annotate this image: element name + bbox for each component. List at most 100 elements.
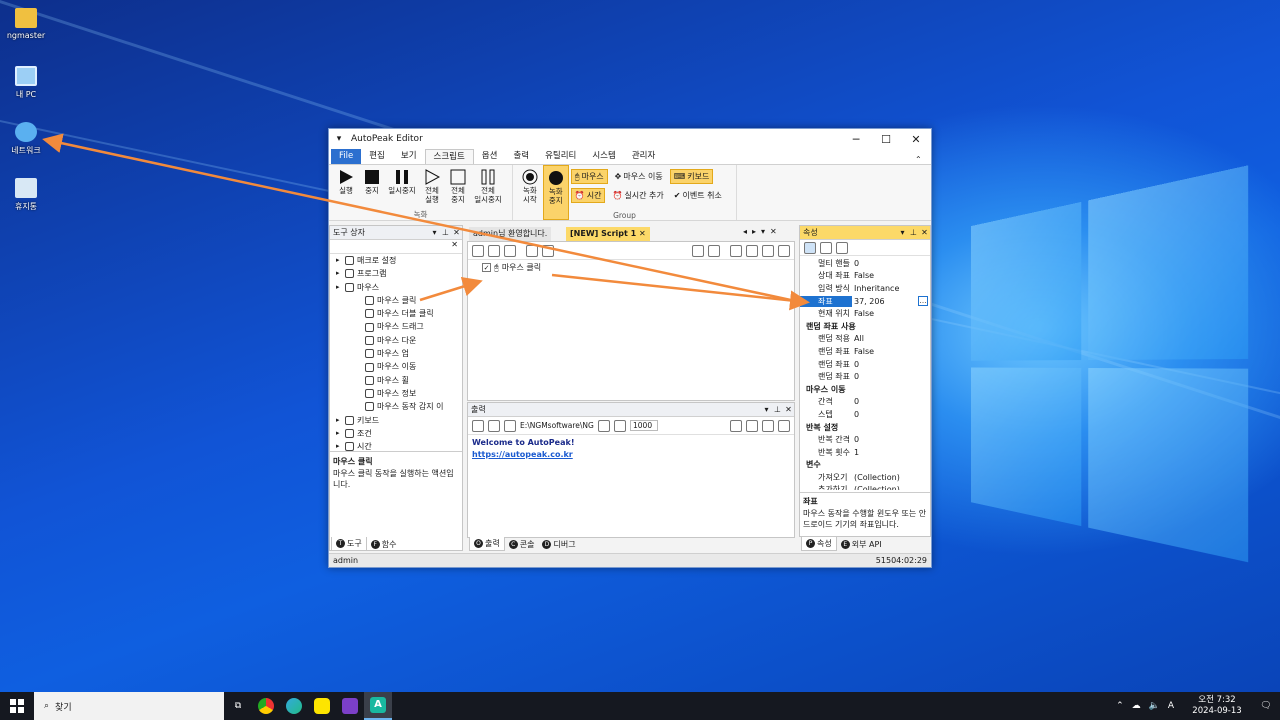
checkbox[interactable]: ✓ xyxy=(482,263,491,272)
property-value[interactable]: False xyxy=(852,271,930,280)
property-value[interactable]: (Collection) xyxy=(852,485,930,490)
property-row[interactable]: 가져오기 (Collection) xyxy=(800,471,930,484)
tree-item[interactable]: 마우스 드래그 xyxy=(336,320,462,333)
property-value[interactable]: False xyxy=(852,347,930,356)
property-value[interactable]: 37, 206 xyxy=(852,297,918,306)
dropdown-icon[interactable]: ▾ xyxy=(429,228,440,237)
dropdown-icon[interactable]: ▾ xyxy=(761,227,765,236)
property-row[interactable]: 상대 좌표 False xyxy=(800,270,930,283)
chrome-button[interactable] xyxy=(252,692,280,720)
network-icon[interactable]: ☁ xyxy=(1132,701,1141,711)
kakaotalk-button[interactable] xyxy=(308,692,336,720)
pin-icon[interactable]: ⊥ xyxy=(772,405,783,414)
pause-icon[interactable] xyxy=(504,244,516,257)
close-icon[interactable]: ✕ xyxy=(451,228,462,237)
disabled-b-icon[interactable] xyxy=(708,244,720,257)
close-icon[interactable]: ✕ xyxy=(919,228,930,237)
tree-item[interactable]: ▸ 조건 xyxy=(336,427,462,440)
tree-item[interactable]: 마우스 클릭 xyxy=(336,293,462,308)
maximize-button[interactable]: ☐ xyxy=(871,133,901,146)
collapse-icon[interactable] xyxy=(762,244,774,257)
step-icon[interactable] xyxy=(526,244,538,257)
close-button[interactable]: ✕ xyxy=(901,133,931,146)
tree-item[interactable]: ▸ 마우스 xyxy=(336,281,462,294)
tab-properties[interactable]: P 속성 xyxy=(801,537,837,551)
property-category[interactable]: 마우스 이동 xyxy=(800,383,930,396)
tab-console[interactable]: C 콘솔 xyxy=(505,537,539,551)
desktop-icon-pc[interactable]: 내 PC xyxy=(0,66,56,100)
toolbox-search-input[interactable]: ✕ xyxy=(330,240,462,254)
collapse-ribbon-icon[interactable]: ⌃ xyxy=(915,155,931,164)
tab-output[interactable]: 출력 xyxy=(505,149,537,164)
property-row[interactable]: 랜덤 좌표 0 xyxy=(800,358,930,371)
tab-tools[interactable]: T 도구 xyxy=(331,537,367,551)
expand-icon[interactable] xyxy=(746,244,758,257)
property-value[interactable]: False xyxy=(852,309,930,318)
expand-arrow-icon[interactable]: ▸ xyxy=(336,254,345,267)
tab-output-view[interactable]: O 출력 xyxy=(469,537,505,551)
tree-item[interactable]: 마우스 휠 xyxy=(336,374,462,387)
eraser-icon[interactable] xyxy=(614,419,626,432)
property-row[interactable]: 좌표 37, 206… xyxy=(800,295,930,308)
tab-edit[interactable]: 편집 xyxy=(361,149,393,164)
visual-studio-button[interactable] xyxy=(336,692,364,720)
tree-item[interactable]: 마우스 업 xyxy=(336,347,462,360)
property-row[interactable]: 랜덤 적용 All xyxy=(800,333,930,346)
categorized-icon[interactable] xyxy=(804,241,816,254)
property-pages-icon[interactable] xyxy=(836,241,848,254)
doc-tab-welcome[interactable]: admin님 환영합니다. xyxy=(469,227,552,241)
task-view-button[interactable]: ⧉ xyxy=(224,692,252,720)
pin-icon[interactable]: ⊥ xyxy=(440,228,451,237)
fill-icon[interactable] xyxy=(762,419,774,432)
tab-utility[interactable]: 유틸리티 xyxy=(537,149,584,164)
taskbar-search[interactable]: ⌕ 찾기 xyxy=(34,692,224,720)
expand-arrow-icon[interactable]: ▸ xyxy=(336,427,345,440)
pen-icon[interactable] xyxy=(746,419,758,432)
tab-debug[interactable]: D 디버그 xyxy=(538,537,579,551)
dropdown-icon[interactable]: ▾ xyxy=(897,228,908,237)
record-keyboard-toggle[interactable]: ⌨ 키보드 xyxy=(669,169,714,184)
minimize-button[interactable]: ─ xyxy=(841,133,871,146)
script-item[interactable]: ✓ 🖰 마우스 클릭 xyxy=(468,260,794,275)
expand-arrow-icon[interactable]: ▸ xyxy=(336,267,345,280)
folder-icon[interactable] xyxy=(504,419,516,432)
record-mouse-toggle[interactable]: 🖰 마우스 xyxy=(570,169,608,184)
property-value[interactable]: 0 xyxy=(852,397,930,406)
delete-icon[interactable] xyxy=(778,244,790,257)
record-time-toggle[interactable]: ⏰ 시간 xyxy=(570,188,606,203)
property-category[interactable]: 변수 xyxy=(800,459,930,472)
new-file-icon[interactable] xyxy=(472,419,484,432)
property-row[interactable]: 추가하기 (Collection) xyxy=(800,484,930,490)
next-icon[interactable]: ▸ xyxy=(752,227,756,236)
property-row[interactable]: 스텝 0 xyxy=(800,408,930,421)
doc-tab-script[interactable]: [NEW] Script 1 ✕ xyxy=(566,227,650,241)
ellipsis-button[interactable]: … xyxy=(918,296,928,307)
tree-item[interactable]: 마우스 이동 xyxy=(336,360,462,373)
property-row[interactable]: 입력 방식 Inheritance xyxy=(800,282,930,295)
prev-icon[interactable]: ◂ xyxy=(743,227,747,236)
taskbar-clock[interactable]: 오전 7:32 2024-09-13 xyxy=(1182,695,1252,717)
expand-arrow-icon[interactable]: ▸ xyxy=(336,414,345,427)
tree-item[interactable]: ▸ 키보드 xyxy=(336,414,462,427)
tree-item[interactable]: ▸ 프로그램 xyxy=(336,267,462,280)
line-count-input[interactable]: 1000 xyxy=(630,420,658,431)
tab-options[interactable]: 옵션 xyxy=(474,149,506,164)
tab-script[interactable]: 스크립트 xyxy=(424,149,474,164)
desktop-icon-network[interactable]: 네트워크 xyxy=(0,122,56,156)
tab-file[interactable]: File xyxy=(331,149,362,164)
property-row[interactable]: 멀티 핸들 0 xyxy=(800,257,930,270)
output-link[interactable]: https://autopeak.co.kr xyxy=(472,449,790,461)
quick-access-icon[interactable]: ▾ xyxy=(329,134,349,144)
autopeak-button[interactable]: A xyxy=(364,692,392,720)
desktop-icon-recycle[interactable]: 휴지통 xyxy=(0,178,56,212)
property-row[interactable]: 랜덤 좌표 False xyxy=(800,345,930,358)
property-category[interactable]: 반복 설정 xyxy=(800,421,930,434)
ime-icon[interactable]: A xyxy=(1168,701,1174,711)
property-row[interactable]: 현재 위치 False xyxy=(800,307,930,320)
tab-system[interactable]: 시스템 xyxy=(584,149,623,164)
desktop-icon-user[interactable]: ngmaster xyxy=(0,8,56,40)
sort-az-icon[interactable] xyxy=(820,241,832,254)
disabled-a-icon[interactable] xyxy=(692,244,704,257)
close-icon[interactable]: ✕ xyxy=(783,405,794,414)
property-value[interactable]: 1 xyxy=(852,448,930,457)
